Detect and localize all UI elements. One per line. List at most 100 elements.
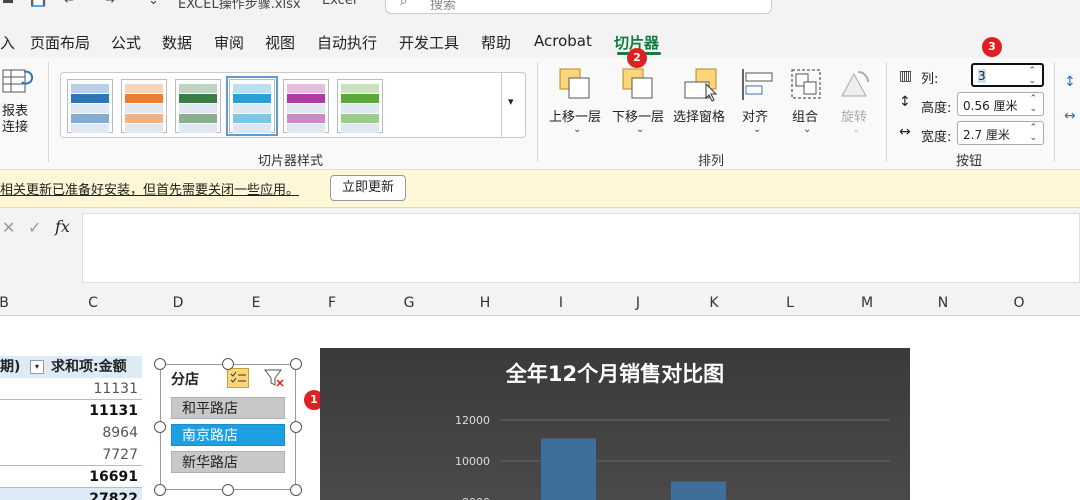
y-tick-label: 10000 — [455, 455, 490, 468]
col-h[interactable]: H — [475, 295, 495, 311]
columns-value: 3 — [978, 69, 986, 83]
slicer-style-swatch[interactable] — [283, 79, 329, 133]
slicer-item[interactable]: 和平路店 — [171, 397, 285, 419]
chart-bar[interactable] — [671, 481, 726, 500]
col-d[interactable]: D — [168, 295, 188, 311]
tab-automate[interactable]: 自动执行 — [317, 32, 377, 53]
save-icon[interactable]: 💾 — [30, 0, 46, 8]
slicer-item[interactable]: 新华路店 — [171, 451, 285, 473]
enter-icon[interactable]: ✓ — [28, 218, 41, 237]
tab-acrobat[interactable]: Acrobat — [534, 32, 592, 50]
pivot-value-cell[interactable]: 11131 — [0, 378, 142, 400]
pivot-value-cell[interactable]: 7727 — [0, 444, 142, 466]
tab-data[interactable]: 数据 — [162, 32, 192, 53]
chart-bar[interactable] — [541, 438, 596, 500]
width-spinner-icon[interactable]: ⌃ ⌄ — [1029, 123, 1037, 143]
size-height-icon: ↕ — [1064, 74, 1076, 90]
filter-dropdown-icon[interactable]: ▾ — [30, 360, 44, 374]
slicer-style-swatch[interactable] — [337, 79, 383, 133]
file-name: EXCEL操作步骤.xlsx — [178, 0, 301, 12]
align-chevron-icon[interactable]: ⌄ — [753, 124, 761, 135]
resize-handle-br[interactable] — [290, 484, 302, 496]
slicer-style-gallery[interactable]: ▾ — [60, 72, 526, 138]
slicer-style-swatch[interactable] — [226, 76, 278, 136]
search-placeholder: 搜索 — [430, 0, 457, 13]
pivot-value-cell[interactable]: 11131 — [0, 400, 142, 422]
slicer-style-swatch[interactable] — [175, 79, 221, 133]
selection-pane-button[interactable]: 选择窗格 — [673, 106, 725, 125]
pivot-value-cell[interactable]: 16691 — [0, 466, 142, 488]
bring-forward-button[interactable]: 上移一层 — [549, 106, 601, 125]
group-chevron-icon[interactable]: ⌄ — [803, 124, 811, 135]
resize-handle-tl[interactable] — [154, 358, 166, 370]
tab-developer[interactable]: 开发工具 — [399, 32, 459, 53]
col-o[interactable]: O — [1009, 295, 1029, 311]
clear-filter-icon[interactable] — [263, 368, 285, 388]
tab-help[interactable]: 帮助 — [481, 32, 511, 53]
send-backward-chevron-icon[interactable]: ⌄ — [636, 124, 644, 135]
cancel-icon[interactable]: ✕ — [2, 218, 15, 237]
pivot-value-cell[interactable]: 27822 — [0, 488, 142, 500]
resize-handle-mr[interactable] — [290, 421, 302, 433]
formula-bar: ✕ ✓ fx — [0, 210, 1080, 286]
col-j[interactable]: J — [628, 295, 648, 311]
send-backward-button[interactable]: 下移一层 — [612, 106, 664, 125]
col-e[interactable]: E — [246, 295, 266, 311]
col-k[interactable]: K — [704, 295, 724, 311]
col-l[interactable]: L — [780, 295, 800, 311]
size-width-icon: ↔ — [1064, 108, 1076, 124]
formula-input[interactable] — [82, 213, 1080, 283]
col-i[interactable]: I — [551, 295, 571, 311]
rotate-button: 旋转 — [841, 110, 868, 125]
tab-view[interactable]: 视图 — [265, 32, 295, 53]
columns-input[interactable]: 3 ⌃ ⌄ — [971, 63, 1044, 87]
resize-handle-bl[interactable] — [154, 484, 166, 496]
send-backward-icon — [622, 68, 654, 100]
qat-chevron-icon[interactable]: ⌄ — [148, 0, 159, 8]
width-icon: ↔ — [899, 124, 911, 140]
height-input[interactable]: 0.56 厘米 ⌃ ⌄ — [957, 92, 1044, 116]
update-message-text: 相关更新已准备好安装，但首先需要关闭一些应用。 — [0, 183, 300, 198]
title-bar: ▬ 💾 ↩ ↪ ⌄ EXCEL操作步骤.xlsx Excel ⌕ 搜索 — [0, 0, 1080, 16]
tab-insert[interactable]: 入 — [0, 32, 15, 53]
pivot-value-header[interactable]: 求和项:金额 — [48, 356, 142, 378]
redo-icon[interactable]: ↪ — [104, 0, 115, 8]
align-button[interactable]: 对齐 — [742, 106, 768, 125]
resize-handle-ml[interactable] — [154, 421, 166, 433]
col-f[interactable]: F — [322, 295, 342, 311]
subtotal-border — [0, 465, 142, 466]
slicer-style-swatch[interactable] — [121, 79, 167, 133]
tab-page-layout[interactable]: 页面布局 — [30, 32, 90, 53]
gallery-expand-icon[interactable]: ▾ — [501, 73, 525, 137]
bring-forward-chevron-icon[interactable]: ⌄ — [573, 124, 581, 135]
col-n[interactable]: N — [933, 295, 953, 311]
multi-select-icon[interactable] — [227, 368, 249, 388]
slicer-item[interactable]: 南京路店 — [171, 424, 285, 446]
col-b[interactable]: B — [0, 295, 14, 311]
report-connections-icon — [2, 68, 34, 98]
height-spinner-icon[interactable]: ⌃ ⌄ — [1029, 94, 1037, 114]
width-input[interactable]: 2.7 厘米 ⌃ ⌄ — [957, 121, 1044, 145]
col-g[interactable]: G — [399, 295, 419, 311]
undo-icon[interactable]: ↩ — [64, 0, 75, 8]
pivot-row-header-text: 期) — [0, 359, 21, 375]
group-button[interactable]: 组合 — [792, 106, 818, 125]
update-now-button[interactable]: 立即更新 — [330, 175, 406, 201]
tab-review[interactable]: 审阅 — [214, 32, 244, 53]
resize-handle-tc[interactable] — [222, 358, 234, 370]
app-name: Excel — [322, 0, 357, 8]
resize-handle-bc[interactable] — [222, 484, 234, 496]
tab-formulas[interactable]: 公式 — [111, 32, 141, 53]
y-tick-label: 8000 — [462, 496, 490, 500]
slicer-style-swatch[interactable] — [67, 79, 113, 133]
insert-function-icon[interactable]: fx — [55, 217, 70, 236]
columns-spinner-icon[interactable]: ⌃ ⌄ — [1028, 66, 1036, 86]
col-m[interactable]: M — [857, 295, 877, 311]
resize-handle-tr[interactable] — [290, 358, 302, 370]
col-c[interactable]: C — [83, 295, 103, 311]
sales-chart[interactable]: 全年12个月销售对比图 8000 10000 12000 — [320, 348, 910, 500]
pivot-value-cell[interactable]: 8964 — [0, 422, 142, 444]
slicer-panel[interactable]: 分店 和平路店 南京路店 新华路店 — [160, 364, 296, 490]
search-box[interactable]: ⌕ 搜索 — [385, 0, 772, 14]
report-connections-button[interactable]: 报表连接 — [2, 104, 34, 136]
